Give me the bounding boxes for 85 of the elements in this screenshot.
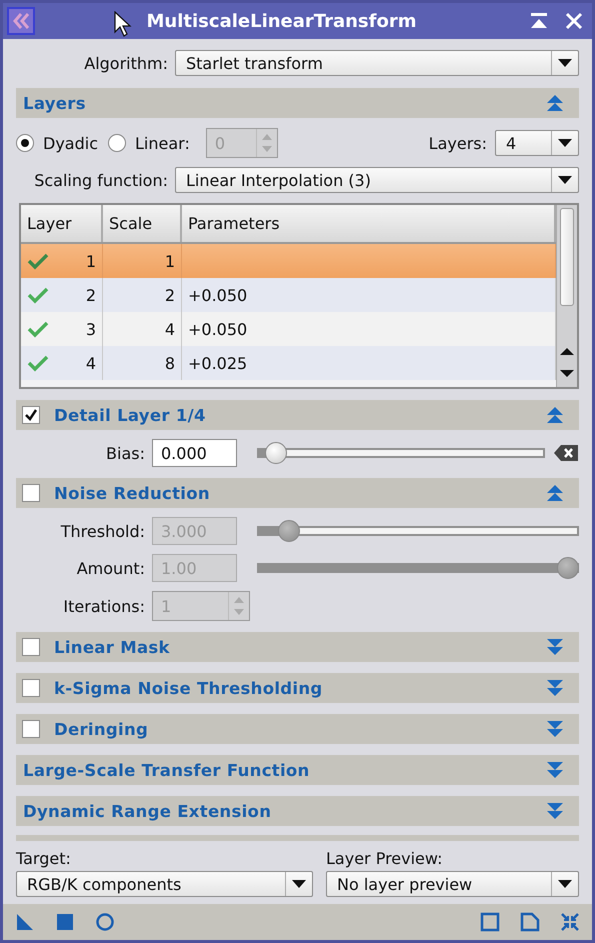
field-label: Algorithm:	[83, 54, 169, 72]
check-icon[interactable]	[27, 286, 49, 304]
section-header[interactable]: Detail Layer 1/4	[16, 400, 579, 430]
section-title: Deringing	[54, 720, 150, 738]
section-title: Noise Reduction	[54, 484, 211, 502]
collapse-icon[interactable]	[545, 93, 565, 113]
section-title: Layers	[23, 94, 87, 112]
chevrons-icon[interactable]	[7, 7, 35, 35]
caret-icon	[558, 176, 572, 184]
field-label: Iterations:	[62, 596, 146, 616]
field-label: Target:	[16, 849, 72, 869]
radio-label[interactable]: Linear:	[135, 134, 190, 152]
dropdown[interactable]: 4	[495, 130, 579, 156]
check-icon[interactable]	[27, 320, 49, 338]
section-header[interactable]: Large-Scale Transfer Function	[16, 755, 579, 785]
dropdown[interactable]: Linear Interpolation (3)	[175, 167, 579, 193]
input-field[interactable]: 0.000	[152, 439, 237, 467]
check-icon	[24, 408, 38, 422]
clear-icon[interactable]	[553, 443, 579, 463]
table-row[interactable]: 2 2 +0.050	[21, 278, 556, 312]
slider-thumb[interactable]	[264, 442, 287, 464]
table-cell: 3	[86, 320, 96, 338]
document-icon[interactable]	[520, 912, 540, 932]
field-label: Layers:	[428, 134, 487, 152]
checkbox[interactable]	[22, 484, 40, 502]
slider[interactable]	[257, 442, 545, 464]
square-outline-icon[interactable]	[480, 912, 500, 932]
field-label: Threshold:	[60, 522, 146, 540]
table-row[interactable]: 1 1	[21, 244, 556, 278]
section-title: Linear Mask	[54, 638, 171, 656]
section-title: Dynamic Range Extension	[23, 802, 272, 820]
caret-icon	[558, 139, 572, 147]
section-header[interactable]: Layers	[16, 88, 579, 118]
radio-button[interactable]	[108, 134, 126, 152]
collapse-icon[interactable]	[545, 483, 565, 503]
section-header[interactable]: Deringing	[16, 714, 579, 744]
expand-icon[interactable]	[545, 678, 565, 698]
dropdown[interactable]: No layer preview	[326, 871, 579, 897]
scrollbar[interactable]	[556, 205, 577, 387]
radio-label[interactable]: Dyadic	[43, 134, 98, 152]
table-cell: 4	[86, 354, 96, 372]
expand-icon[interactable]	[545, 760, 565, 780]
field-label: Layer Preview:	[326, 849, 444, 869]
field-label: Amount:	[76, 558, 146, 578]
circle-icon[interactable]	[95, 912, 115, 932]
field-label: Scaling function:	[33, 170, 169, 190]
table-row[interactable]: 4 8 +0.025	[21, 346, 556, 380]
caret-icon	[558, 880, 572, 888]
table-cell: 8	[103, 346, 182, 380]
close-icon[interactable]	[564, 11, 584, 31]
caret-icon	[292, 880, 306, 888]
slider[interactable]	[257, 520, 579, 542]
table-cell: 2	[86, 286, 96, 304]
caret-icon	[558, 59, 572, 67]
slider[interactable]	[257, 557, 579, 579]
window-title: MultiscaleLinearTransform	[146, 10, 416, 32]
section-header[interactable]: k-Sigma Noise Thresholding	[16, 673, 579, 703]
checkbox[interactable]	[22, 406, 40, 424]
cursor-icon	[113, 11, 133, 37]
dropdown[interactable]: Starlet transform	[175, 50, 579, 76]
checkbox[interactable]	[22, 638, 40, 656]
triangle-icon[interactable]	[15, 912, 35, 932]
field-label: Bias:	[105, 444, 146, 462]
check-icon[interactable]	[27, 252, 49, 270]
expand-icon[interactable]	[545, 637, 565, 657]
expand-icon[interactable]	[545, 801, 565, 821]
column-header[interactable]: Scale	[103, 205, 182, 242]
section-header[interactable]: Noise Reduction	[16, 478, 579, 508]
section-title: Detail Layer 1/4	[54, 406, 207, 424]
section-title: k-Sigma Noise Thresholding	[54, 678, 324, 698]
expand-icon[interactable]	[545, 719, 565, 739]
square-icon[interactable]	[55, 912, 75, 932]
section-title: Large-Scale Transfer Function	[23, 760, 311, 780]
section-header[interactable]: Dynamic Range Extension	[16, 796, 579, 826]
radio-button[interactable]	[16, 134, 34, 152]
column-header[interactable]: Layer	[21, 205, 103, 242]
collapse-arrows-icon[interactable]	[560, 912, 580, 932]
section-header[interactable]: Linear Mask	[16, 632, 579, 662]
dropdown[interactable]: RGB/K components	[16, 871, 313, 897]
table-cell: 1	[86, 252, 96, 270]
scrollbar-thumb[interactable]	[560, 208, 574, 306]
checkbox[interactable]	[22, 679, 40, 697]
check-icon[interactable]	[27, 354, 49, 372]
checkbox[interactable]	[22, 720, 40, 738]
collapse-icon[interactable]	[545, 405, 565, 425]
